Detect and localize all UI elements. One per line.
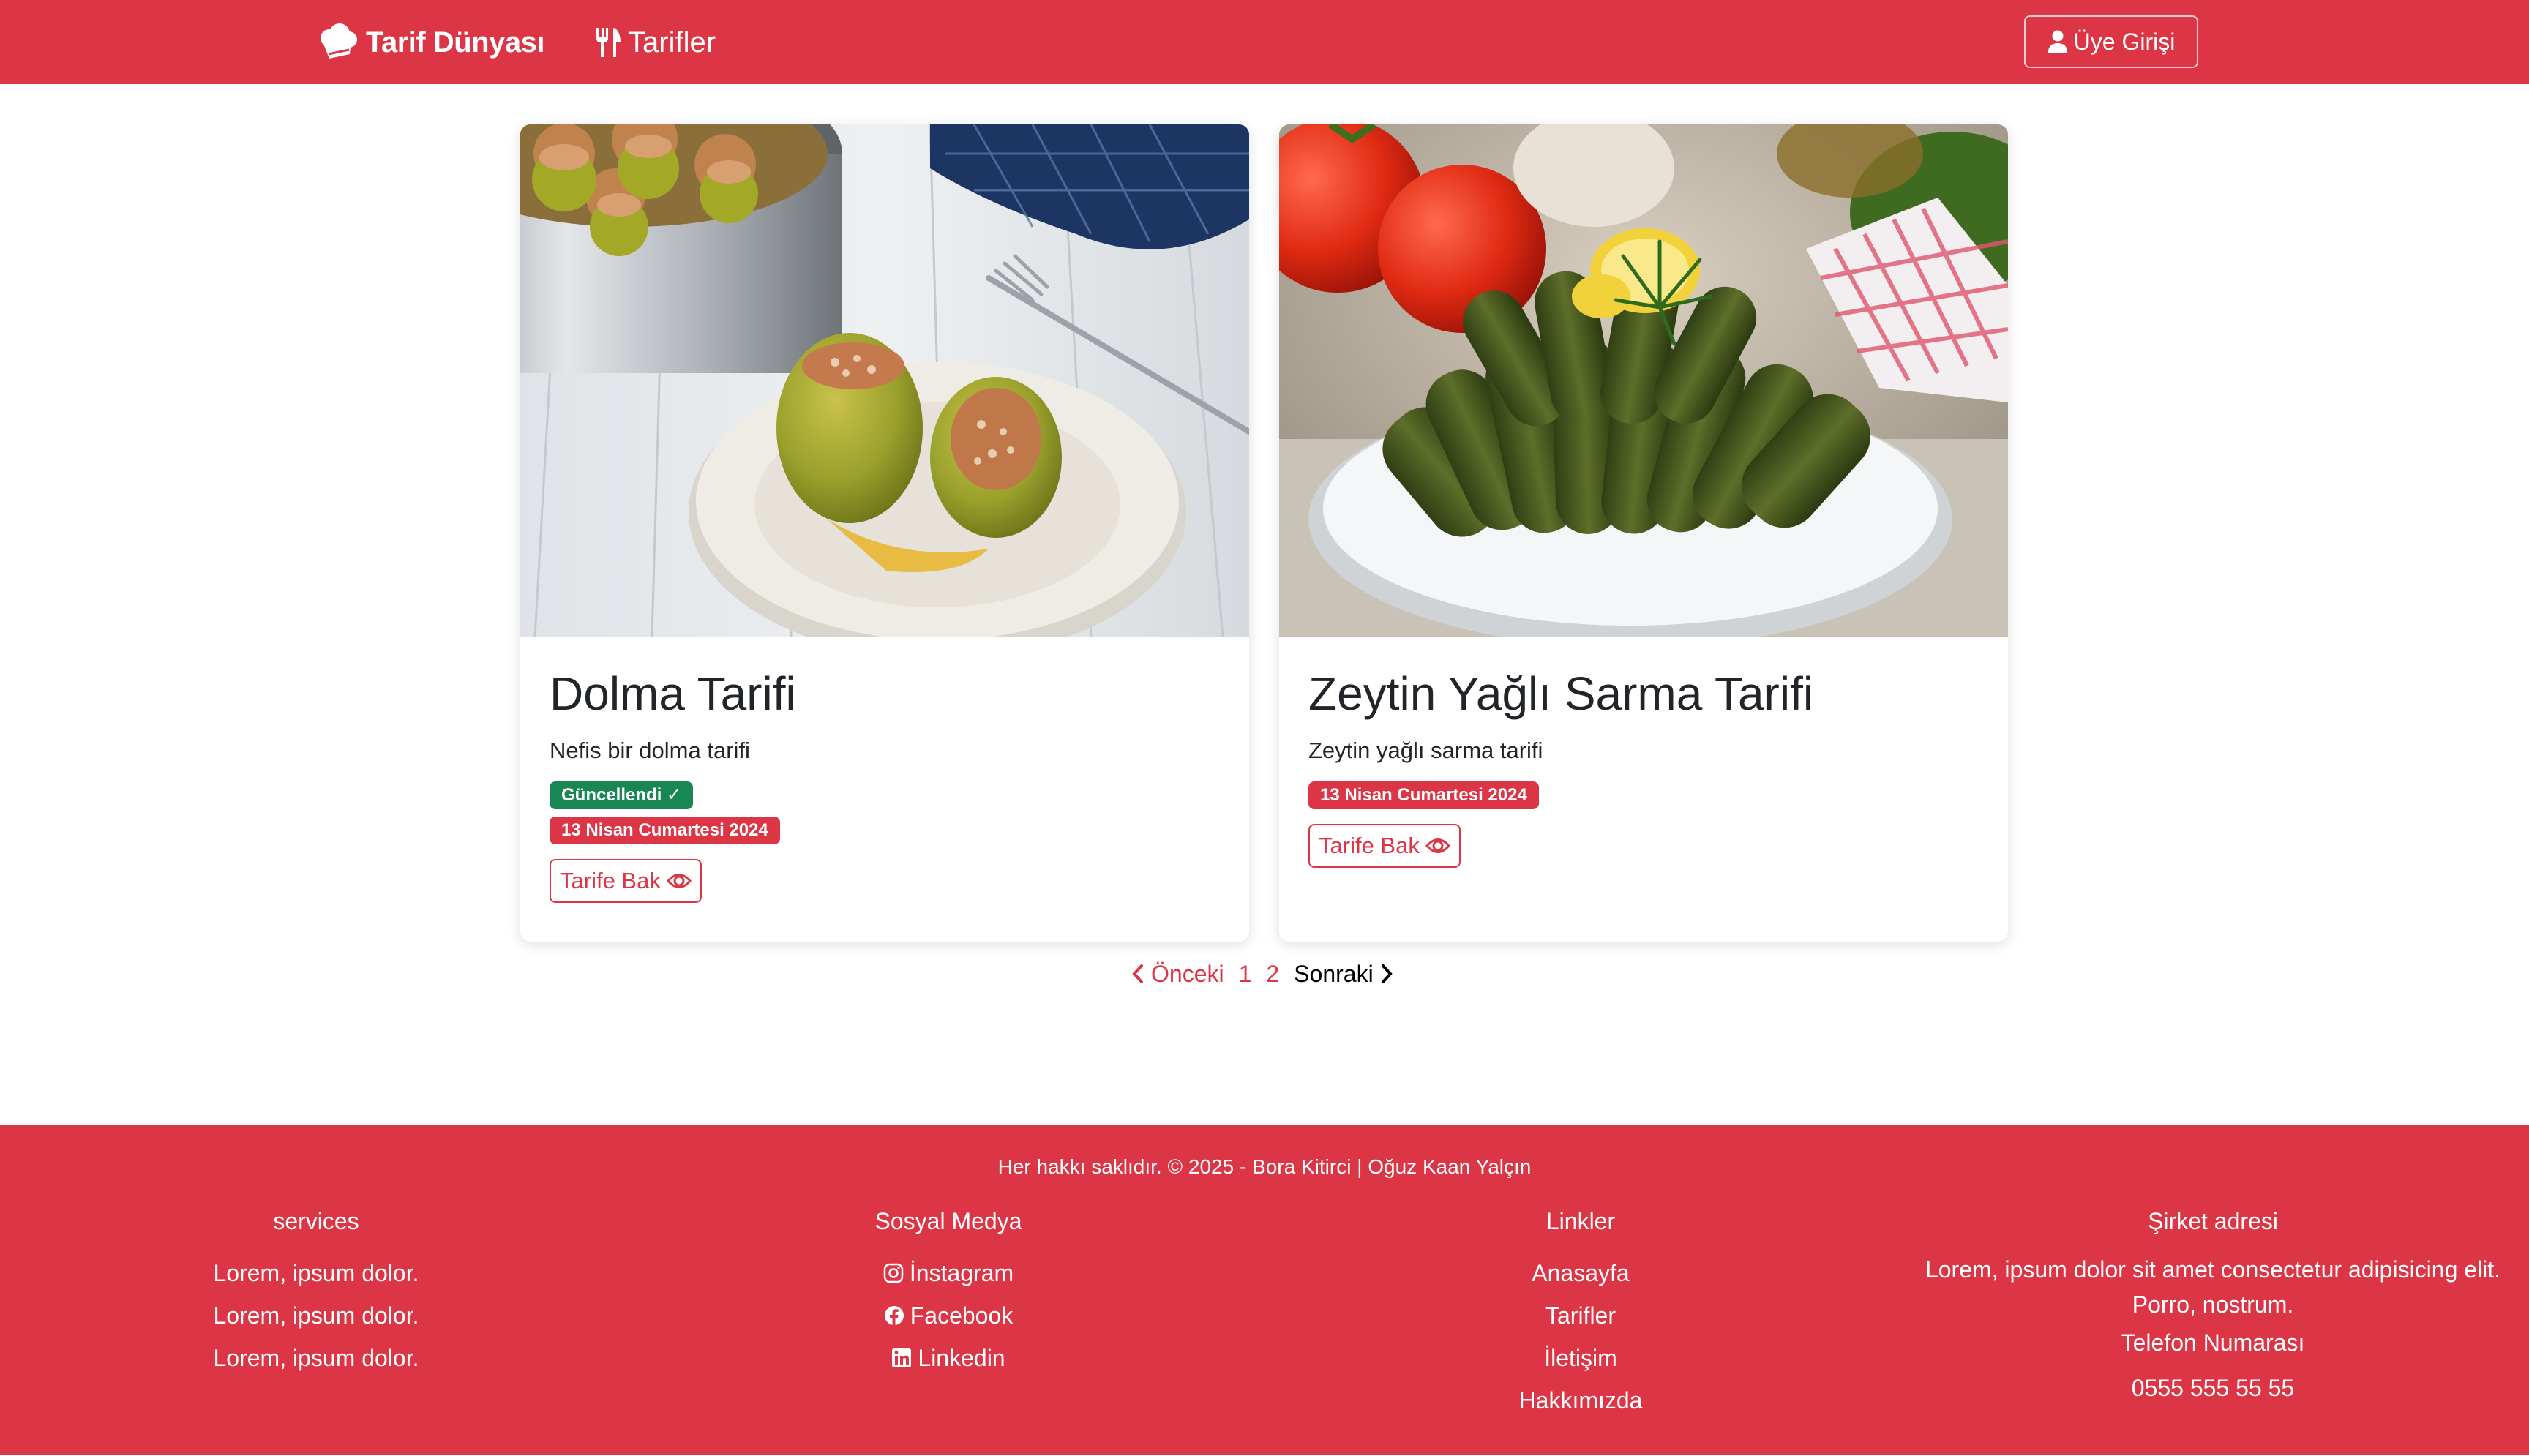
badge-group: Güncellendi ✓ 13 Nisan Cumartesi 2024 (550, 781, 1220, 852)
pagination-page-2[interactable]: 2 (1266, 961, 1279, 988)
eye-icon (1425, 838, 1450, 853)
footer-links-column: Linkler Anasayfa Tarifler İletişim Hakkı… (1387, 1207, 1774, 1422)
phone-heading: Telefon Numarası (2121, 1329, 2305, 1356)
instagram-icon (883, 1263, 904, 1283)
footer-link-contact[interactable]: İletişim (1387, 1337, 1774, 1379)
chevron-left-icon (1132, 964, 1143, 983)
navbar: Tarif Dünyası Tarifler Üye Girişi (0, 0, 2529, 84)
card-title: Dolma Tarifi (550, 667, 796, 720)
eye-icon (666, 874, 692, 888)
nav-recipes-link[interactable]: Tarifler (594, 22, 716, 63)
updated-badge: Güncellendi ✓ (550, 781, 694, 809)
login-button[interactable]: Üye Girişi (2024, 15, 2198, 68)
linkedin-label: Linkedin (918, 1345, 1005, 1371)
date-badge: 13 Nisan Cumartesi 2024 (1308, 781, 1539, 809)
recipe-card: Dolma Tarifi Nefis bir dolma tarifi Günc… (520, 124, 1249, 942)
footer: Her hakkı saklıdır. © 2025 - Bora Kitirc… (0, 1125, 2529, 1456)
badge-group: 13 Nisan Cumartesi 2024 (1308, 781, 1979, 817)
pagination-prev-label: Önceki (1151, 960, 1224, 987)
copyright-text: Her hakkı saklıdır. © 2025 - Bora Kitirc… (997, 1155, 1532, 1178)
footer-heading: Sosyal Medya (874, 1208, 1022, 1234)
footer-heading: services (273, 1208, 359, 1234)
footer-heading: Şirket adresi (2148, 1208, 2278, 1234)
pagination-prev[interactable]: Önceki (1131, 961, 1224, 988)
facebook-icon (884, 1306, 904, 1325)
footer-link-facebook[interactable]: Facebook (755, 1294, 1142, 1337)
pagination-page-1[interactable]: 1 (1239, 961, 1252, 988)
recipe-card: Zeytin Yağlı Sarma Tarifi Zeytin yağlı s… (1279, 124, 2008, 942)
card-description: Nefis bir dolma tarifi (550, 738, 750, 763)
footer-social-column: Sosyal Medya İnstagram Facebook Linkedin (755, 1207, 1142, 1379)
footer-link-about[interactable]: Hakkımızda (1387, 1379, 1774, 1422)
footer-heading: Linkler (1546, 1208, 1616, 1234)
phone-number: 0555 555 55 55 (2131, 1375, 2295, 1401)
view-recipe-label: Tarife Bak (1319, 833, 1420, 858)
footer-link-home[interactable]: Anasayfa (1387, 1252, 1774, 1294)
user-icon (2047, 30, 2067, 53)
brand-name: Tarif Dünyası (366, 26, 544, 59)
card-description: Zeytin yağlı sarma tarifi (1308, 738, 1543, 763)
card-body: Dolma Tarifi Nefis bir dolma tarifi Günc… (550, 666, 1220, 903)
nav-recipes-label: Tarifler (628, 26, 716, 59)
linkedin-icon (892, 1348, 912, 1367)
chevron-right-icon (1381, 964, 1393, 983)
facebook-label: Facebook (910, 1302, 1014, 1329)
footer-services-column: services Lorem, ipsum dolor. Lorem, ipsu… (123, 1207, 509, 1379)
footer-link-linkedin[interactable]: Linkedin (755, 1337, 1142, 1379)
login-label: Üye Girişi (2073, 28, 2176, 55)
card-title: Zeytin Yağlı Sarma Tarifi (1308, 667, 1814, 720)
footer-service-item: Lorem, ipsum dolor. (213, 1345, 419, 1371)
brand-link[interactable]: Tarif Dünyası (316, 22, 544, 63)
footer-link-recipes[interactable]: Tarifler (1387, 1294, 1774, 1337)
chef-hat-icon (321, 23, 357, 59)
pagination: Önceki 1 2 Sonraki (1131, 956, 1394, 992)
view-recipe-label: Tarife Bak (560, 868, 661, 893)
view-recipe-button[interactable]: Tarife Bak (550, 859, 702, 903)
grape-leaf-rolls-photo (1279, 124, 2008, 637)
stuffed-peppers-photo (520, 124, 1249, 637)
footer-service-item: Lorem, ipsum dolor. (213, 1302, 419, 1329)
recipe-image-sarma[interactable] (1279, 124, 2008, 637)
utensils-icon (596, 28, 621, 57)
pagination-next[interactable]: Sonraki (1294, 961, 1394, 988)
date-badge: 13 Nisan Cumartesi 2024 (550, 817, 780, 844)
pagination-next-label: Sonraki (1294, 960, 1374, 987)
card-body: Zeytin Yağlı Sarma Tarifi Zeytin yağlı s… (1308, 666, 1979, 868)
footer-link-instagram[interactable]: İnstagram (755, 1252, 1142, 1294)
footer-service-item: Lorem, ipsum dolor. (213, 1260, 419, 1286)
company-address-line: Porro, nostrum. (2132, 1291, 2294, 1318)
recipe-image-dolma[interactable] (520, 124, 1249, 637)
company-address-line: Lorem, ipsum dolor sit amet consectetur … (1925, 1256, 2501, 1283)
instagram-label: İnstagram (909, 1260, 1014, 1286)
footer-company-column: Şirket adresi Lorem, ipsum dolor sit ame… (1873, 1207, 2529, 1406)
view-recipe-button[interactable]: Tarife Bak (1308, 824, 1461, 868)
